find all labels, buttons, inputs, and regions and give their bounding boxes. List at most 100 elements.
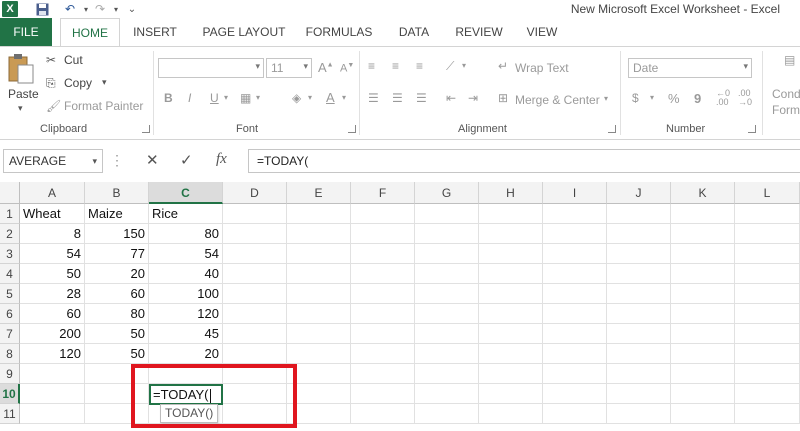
cell-c7[interactable]: 45 bbox=[149, 324, 223, 344]
cell-f6[interactable] bbox=[351, 304, 415, 324]
cell-k7[interactable] bbox=[671, 324, 735, 344]
cell-g10[interactable] bbox=[415, 384, 479, 404]
cell-i7[interactable] bbox=[543, 324, 607, 344]
cell-l8[interactable] bbox=[735, 344, 800, 364]
row-header-9[interactable]: 9 bbox=[0, 364, 20, 384]
column-header-k[interactable]: K bbox=[671, 182, 735, 204]
decrease-indent-icon[interactable]: ⇤ bbox=[446, 91, 456, 105]
decrease-decimal-icon[interactable]: .00 →0 bbox=[738, 89, 752, 107]
excel-logo-icon[interactable]: X bbox=[2, 1, 18, 17]
copy-dropdown-icon[interactable]: ▾ bbox=[102, 77, 107, 88]
row-header-7[interactable]: 7 bbox=[0, 324, 20, 344]
column-header-l[interactable]: L bbox=[735, 182, 800, 204]
cell-j1[interactable] bbox=[607, 204, 671, 224]
underline-dropdown-icon[interactable]: ▾ bbox=[224, 93, 228, 102]
column-header-a[interactable]: A bbox=[20, 182, 85, 204]
cell-l5[interactable] bbox=[735, 284, 800, 304]
cell-k2[interactable] bbox=[671, 224, 735, 244]
cell-k11[interactable] bbox=[671, 404, 735, 424]
cell-f10[interactable] bbox=[351, 384, 415, 404]
select-all-button[interactable] bbox=[0, 182, 20, 204]
cell-b7[interactable]: 50 bbox=[85, 324, 149, 344]
column-header-g[interactable]: G bbox=[415, 182, 479, 204]
cell-h10[interactable] bbox=[479, 384, 543, 404]
tab-data[interactable]: DATA bbox=[392, 18, 436, 46]
cell-i11[interactable] bbox=[543, 404, 607, 424]
tab-view[interactable]: VIEW bbox=[522, 18, 562, 46]
column-header-i[interactable]: I bbox=[543, 182, 607, 204]
cell-f9[interactable] bbox=[351, 364, 415, 384]
cell-d3[interactable] bbox=[223, 244, 287, 264]
undo-icon[interactable]: ↶ bbox=[62, 1, 78, 17]
cell-k4[interactable] bbox=[671, 264, 735, 284]
font-size-combo[interactable]: 11 ▾ bbox=[266, 58, 312, 78]
cell-b2[interactable]: 150 bbox=[85, 224, 149, 244]
cell-j5[interactable] bbox=[607, 284, 671, 304]
column-header-c[interactable]: C bbox=[149, 182, 223, 204]
orientation-icon[interactable]: ⟋ bbox=[446, 59, 454, 74]
paste-dropdown-icon[interactable]: ▾ bbox=[18, 103, 23, 114]
cell-a8[interactable]: 120 bbox=[20, 344, 85, 364]
cell-h8[interactable] bbox=[479, 344, 543, 364]
cell-d2[interactable] bbox=[223, 224, 287, 244]
cell-a3[interactable]: 54 bbox=[20, 244, 85, 264]
formula-bar-handle-icon[interactable]: ⋮ bbox=[110, 152, 124, 169]
column-header-b[interactable]: B bbox=[85, 182, 149, 204]
align-top-icon[interactable]: ≡ bbox=[368, 59, 375, 73]
cell-a10[interactable] bbox=[20, 384, 85, 404]
increase-decimal-icon[interactable]: ←0.00 bbox=[716, 89, 730, 107]
cell-f11[interactable] bbox=[351, 404, 415, 424]
cell-a1[interactable]: Wheat bbox=[20, 204, 85, 224]
cell-c1[interactable]: Rice bbox=[149, 204, 223, 224]
cell-h7[interactable] bbox=[479, 324, 543, 344]
cell-g6[interactable] bbox=[415, 304, 479, 324]
wrap-text-button[interactable]: Wrap Text bbox=[515, 61, 569, 75]
clipboard-launcher-icon[interactable] bbox=[142, 125, 150, 133]
cell-d4[interactable] bbox=[223, 264, 287, 284]
tab-review[interactable]: REVIEW bbox=[452, 18, 506, 46]
format-painter-button[interactable]: Format Painter bbox=[64, 99, 143, 113]
cell-e8[interactable] bbox=[287, 344, 351, 364]
cancel-entry-button[interactable]: ✕ bbox=[146, 151, 159, 169]
redo-dropdown-icon[interactable]: ▾ bbox=[108, 1, 124, 17]
cell-g2[interactable] bbox=[415, 224, 479, 244]
row-header-5[interactable]: 5 bbox=[0, 284, 20, 304]
row-header-2[interactable]: 2 bbox=[0, 224, 20, 244]
cell-b3[interactable]: 77 bbox=[85, 244, 149, 264]
insert-function-button[interactable]: fx bbox=[216, 151, 227, 168]
cell-l3[interactable] bbox=[735, 244, 800, 264]
cell-l6[interactable] bbox=[735, 304, 800, 324]
comma-button[interactable]: 9 bbox=[694, 91, 701, 106]
number-format-combo[interactable]: Date ▾ bbox=[628, 58, 752, 78]
cell-g11[interactable] bbox=[415, 404, 479, 424]
cell-d6[interactable] bbox=[223, 304, 287, 324]
cell-c6[interactable]: 120 bbox=[149, 304, 223, 324]
font-launcher-icon[interactable] bbox=[348, 125, 356, 133]
cell-e7[interactable] bbox=[287, 324, 351, 344]
align-middle-icon[interactable]: ≡ bbox=[392, 59, 399, 73]
align-left-icon[interactable]: ☰ bbox=[368, 91, 379, 105]
cell-c3[interactable]: 54 bbox=[149, 244, 223, 264]
bold-button[interactable]: B bbox=[164, 91, 173, 105]
copy-button[interactable]: Copy bbox=[64, 76, 92, 90]
cell-g9[interactable] bbox=[415, 364, 479, 384]
cell-i9[interactable] bbox=[543, 364, 607, 384]
cell-d1[interactable] bbox=[223, 204, 287, 224]
cell-a5[interactable]: 28 bbox=[20, 284, 85, 304]
cell-c4[interactable]: 40 bbox=[149, 264, 223, 284]
cell-f4[interactable] bbox=[351, 264, 415, 284]
redo-icon[interactable]: ↷ bbox=[92, 1, 108, 17]
wrap-text-icon[interactable]: ↵ bbox=[498, 59, 508, 73]
row-header-3[interactable]: 3 bbox=[0, 244, 20, 264]
cell-k1[interactable] bbox=[671, 204, 735, 224]
cell-j7[interactable] bbox=[607, 324, 671, 344]
cell-a2[interactable]: 8 bbox=[20, 224, 85, 244]
enter-entry-button[interactable]: ✓ bbox=[180, 151, 193, 169]
cell-j2[interactable] bbox=[607, 224, 671, 244]
cell-e3[interactable] bbox=[287, 244, 351, 264]
currency-icon[interactable]: $ bbox=[632, 91, 639, 105]
cell-d5[interactable] bbox=[223, 284, 287, 304]
cell-i6[interactable] bbox=[543, 304, 607, 324]
cell-e6[interactable] bbox=[287, 304, 351, 324]
column-header-h[interactable]: H bbox=[479, 182, 543, 204]
